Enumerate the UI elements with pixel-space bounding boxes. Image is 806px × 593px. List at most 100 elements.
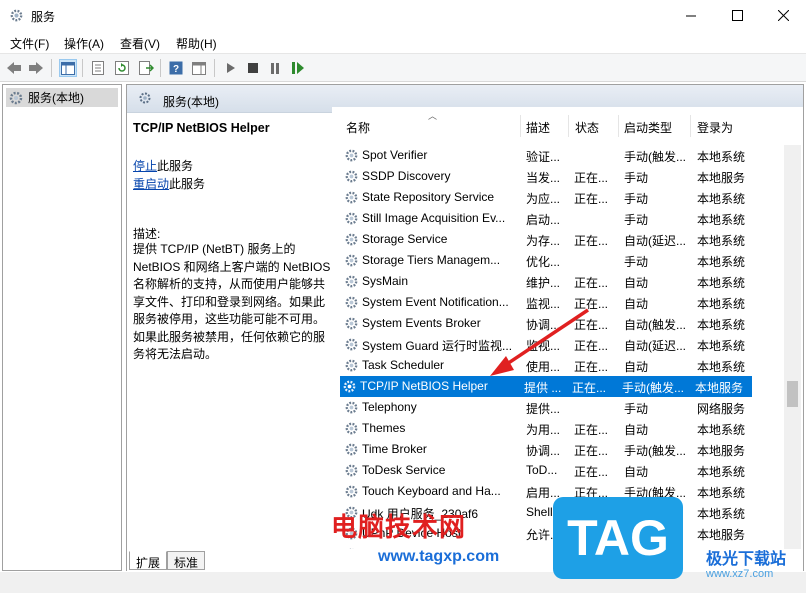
service-row[interactable]: System Guard 运行时监视... 监视... 正在... 自动(延迟... 本… (342, 334, 784, 355)
watermark-site-url: www.tagxp.com (378, 548, 500, 565)
service-row[interactable]: System Events Broker 协调... 正在... 自动(触发... 本地… (342, 313, 784, 334)
forward-button[interactable] (27, 59, 45, 77)
service-row[interactable]: Storage Tiers Managem... 优化... 手动 本地系统 (342, 250, 784, 271)
service-row[interactable]: SSDP Discovery 当发... 正在... 手动 本地服务 (342, 166, 784, 187)
start-service-button[interactable] (222, 59, 240, 77)
service-name: System Events Broker (362, 316, 481, 330)
toolbar: ? (0, 53, 806, 82)
service-status: 正在... (574, 423, 609, 437)
refresh-button[interactable] (113, 59, 131, 77)
maximize-button[interactable] (714, 0, 760, 31)
menu-action[interactable]: 操作(A) (64, 35, 104, 52)
column-startup-type[interactable]: 启动类型 (624, 119, 672, 136)
menu-view[interactable]: 查看(V) (120, 35, 160, 52)
service-log-on-as: 本地系统 (697, 255, 746, 269)
help-button[interactable]: ? (167, 59, 185, 77)
service-rows: Spot Verifier 验证... 手动(触发... 本地系统 SSDP Disco… (332, 145, 784, 549)
column-divider[interactable] (618, 115, 619, 137)
pause-service-button[interactable] (266, 59, 284, 77)
service-status: 正在... (574, 171, 609, 185)
back-button[interactable] (5, 59, 23, 77)
column-log-on-as[interactable]: 登录为 (697, 119, 733, 136)
services-list: ︿ 名称 描述 状态 启动类型 登录为 Spot Verifier 验证... 手动… (332, 107, 803, 549)
column-divider[interactable] (690, 115, 691, 137)
service-status: 正在... (574, 444, 609, 458)
watermark-xz-url: www.xz7.com (706, 568, 774, 580)
service-row[interactable]: Telephony 提供... 手动 网络服务 (342, 397, 784, 418)
service-startup-type: 自动(延迟... (624, 234, 686, 248)
service-gear-icon (345, 212, 358, 225)
service-row[interactable]: ToDesk Service ToD... 正在... 自动 本地系统 (342, 460, 784, 481)
service-description: 监视... (526, 339, 561, 353)
restart-service-link[interactable]: 重启动 (133, 177, 169, 191)
service-startup-type: 手动 (624, 255, 649, 269)
services-panel: 服务(本地) TCP/IP NetBIOS Helper 停止此服务 重启动此服… (126, 84, 804, 571)
service-status: 正在... (574, 360, 609, 374)
service-name: System Event Notification... (362, 295, 509, 309)
show-console-tree-button[interactable] (59, 59, 77, 77)
restart-service-button[interactable] (289, 59, 307, 77)
column-divider[interactable] (568, 115, 569, 137)
column-divider[interactable] (520, 115, 521, 137)
service-row[interactable]: SysMain 维护... 正在... 自动 本地系统 (342, 271, 784, 292)
service-name: Telephony (362, 400, 417, 414)
stop-service-link[interactable]: 停止 (133, 159, 157, 173)
service-row[interactable]: Time Broker 协调... 正在... 手动(触发... 本地服务 (342, 439, 784, 460)
service-log-on-as: 本地系统 (697, 486, 746, 500)
column-header: ︿ 名称 描述 状态 启动类型 登录为 (332, 107, 784, 145)
stop-service-button[interactable] (244, 59, 262, 77)
service-startup-type: 手动 (624, 171, 649, 185)
description-label: 描述: (133, 227, 161, 241)
scrollbar-thumb[interactable] (787, 381, 798, 407)
service-log-on-as: 本地系统 (697, 150, 746, 164)
service-status: 正在... (574, 192, 609, 206)
menu-file[interactable]: 文件(F) (10, 35, 49, 52)
service-description: 为应... (526, 192, 561, 206)
column-description[interactable]: 描述 (526, 119, 550, 136)
service-row[interactable]: Still Image Acquisition Ev... 启动... 手动 本地系统 (342, 208, 784, 229)
panel-header-title: 服务(本地) (163, 95, 219, 109)
service-name: SSDP Discovery (362, 169, 451, 183)
maximize-icon (731, 10, 743, 21)
service-startup-type: 手动(触发... (624, 444, 686, 458)
service-row-selected[interactable]: TCP/IP NetBIOS Helper 提供 ... 正在... 手动(触发...… (340, 376, 752, 397)
service-name: TCP/IP NetBIOS Helper (360, 379, 488, 393)
column-name[interactable]: 名称 (346, 119, 370, 136)
console-tree: 服务(本地) (2, 84, 122, 571)
service-log-on-as: 网络服务 (697, 402, 746, 416)
service-gear-icon (345, 422, 358, 435)
sort-ascending-icon: ︿ (428, 111, 438, 121)
service-row[interactable]: State Repository Service 为应... 正在... 手动 本地系统 (342, 187, 784, 208)
service-row[interactable]: Task Scheduler 使用... 正在... 自动 本地系统 (342, 355, 784, 376)
service-log-on-as: 本地服务 (697, 528, 746, 542)
service-status: 正在... (574, 297, 609, 311)
service-startup-type: 自动(延迟... (624, 339, 686, 353)
forward-arrow-icon (29, 62, 43, 74)
properties-button[interactable] (89, 59, 107, 77)
service-row[interactable]: System Event Notification... 监视... 正在... 自动… (342, 292, 784, 313)
menu-bar: 文件(F) 操作(A) 查看(V) 帮助(H) (0, 31, 806, 53)
column-status[interactable]: 状态 (575, 119, 599, 136)
service-row[interactable]: Storage Service 为存... 正在... 自动(延迟... 本地系统 (342, 229, 784, 250)
title-bar: 服务 (0, 0, 806, 31)
service-gear-icon (345, 275, 358, 288)
service-gear-icon (345, 443, 358, 456)
close-button[interactable] (760, 0, 806, 31)
properties-icon (92, 61, 104, 75)
show-action-pane-button[interactable] (190, 59, 208, 77)
service-description: 提供 ... (524, 381, 562, 395)
export-list-button[interactable] (137, 59, 155, 77)
tab-extended[interactable]: 扩展 (129, 551, 168, 570)
service-log-on-as: 本地系统 (697, 276, 746, 290)
tree-item-services-local[interactable]: 服务(本地) (6, 88, 118, 107)
service-row[interactable]: Spot Verifier 验证... 手动(触发... 本地系统 (342, 145, 784, 166)
tab-standard[interactable]: 标准 (167, 551, 206, 570)
restart-action-suffix: 此服务 (169, 177, 206, 191)
minimize-button[interactable] (668, 0, 714, 31)
search-gear-icon (139, 92, 151, 104)
service-row[interactable]: Themes 为用... 正在... 自动 本地系统 (342, 418, 784, 439)
vertical-scrollbar[interactable] (784, 145, 801, 549)
menu-help[interactable]: 帮助(H) (176, 35, 217, 52)
restart-icon (292, 62, 304, 74)
service-log-on-as: 本地系统 (697, 507, 746, 521)
